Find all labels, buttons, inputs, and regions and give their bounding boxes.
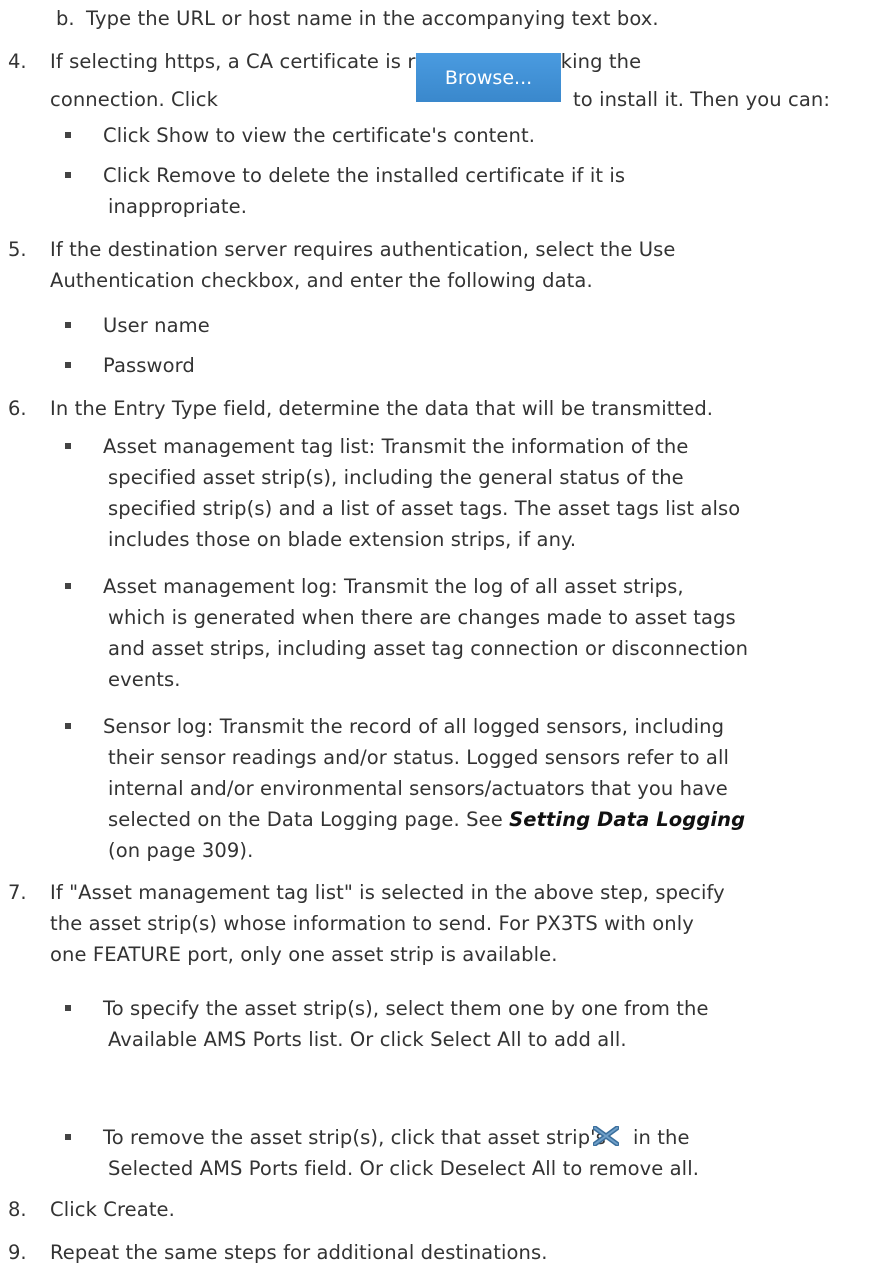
bullet-icon	[65, 1005, 71, 1011]
bullet-icon	[65, 723, 71, 729]
bullet-text: Click Show to view the certificate's con…	[103, 124, 536, 147]
bullet-icon	[65, 362, 71, 368]
bullet-text: Selected AMS Ports field. Or click Desel…	[108, 1157, 700, 1180]
bullet-icon	[65, 172, 71, 178]
substep-marker: b.	[56, 7, 75, 30]
step-text: If the destination server requires authe…	[50, 238, 676, 261]
step-text: the asset strip(s) whose information to …	[50, 912, 694, 935]
bullet-text: and asset strips, including asset tag co…	[108, 637, 749, 660]
bullet-text: Asset management tag list: Transmit the …	[103, 435, 689, 458]
bullet-icon	[65, 583, 71, 589]
bullet-text: includes those on blade extension strips…	[108, 528, 577, 551]
bullet-text: in the	[633, 1126, 690, 1149]
bullet-text: Asset management log: Transmit the log o…	[103, 575, 684, 598]
step-text: If "Asset management tag list" is select…	[50, 881, 725, 904]
bullet-text: which is generated when there are change…	[108, 606, 736, 629]
step-text: connection. Click	[50, 88, 219, 111]
bullet-icon	[65, 1134, 71, 1140]
bullet-text: (on page 309).	[108, 839, 254, 862]
bullet-text: selected on the Data Logging page. See S…	[108, 804, 745, 836]
x-icon	[593, 1126, 619, 1146]
bullet-text: To remove the asset strip(s), click that…	[103, 1126, 606, 1149]
bullet-text: Available AMS Ports list. Or click Selec…	[108, 1028, 627, 1051]
bullet-text: To specify the asset strip(s), select th…	[103, 997, 709, 1020]
step-number: 8.	[8, 1198, 27, 1221]
bullet-text: Click Remove to delete the installed cer…	[103, 164, 626, 187]
bullet-text: Sensor log: Transmit the record of all l…	[103, 715, 725, 738]
bullet-text: inappropriate.	[108, 195, 248, 218]
step-number: 9.	[8, 1241, 27, 1264]
setting-data-logging-link[interactable]: Setting Data Logging	[509, 808, 745, 831]
bullet-icon	[65, 443, 71, 449]
step-text: In the Entry Type field, determine the d…	[50, 397, 714, 420]
bullet-text: User name	[103, 314, 210, 337]
bullet-text: specified strip(s) and a list of asset t…	[108, 497, 741, 520]
bullet-icon	[65, 132, 71, 138]
bullet-text: specified asset strip(s), including the …	[108, 466, 684, 489]
browse-button[interactable]: Browse...	[416, 53, 561, 102]
step-number: 6.	[8, 397, 27, 420]
step-text: to install it. Then you can:	[573, 88, 831, 111]
bullet-text: their sensor readings and/or status. Log…	[108, 746, 729, 769]
bullet-text: Password	[103, 354, 195, 377]
step-text: Repeat the same steps for additional des…	[50, 1241, 548, 1264]
sensor-log-text: selected on the Data Logging page. See	[108, 808, 503, 831]
step-text: Click Create.	[50, 1198, 175, 1221]
step-number: 4.	[8, 50, 27, 73]
bullet-text: events.	[108, 668, 181, 691]
substep-text: Type the URL or host name in the accompa…	[86, 7, 659, 30]
bullet-icon	[65, 322, 71, 328]
step-number: 7.	[8, 881, 27, 904]
step-text: one FEATURE port, only one asset strip i…	[50, 943, 558, 966]
step-number: 5.	[8, 238, 27, 261]
bullet-text: internal and/or environmental sensors/ac…	[108, 777, 728, 800]
step-text: Authentication checkbox, and enter the f…	[50, 269, 593, 292]
